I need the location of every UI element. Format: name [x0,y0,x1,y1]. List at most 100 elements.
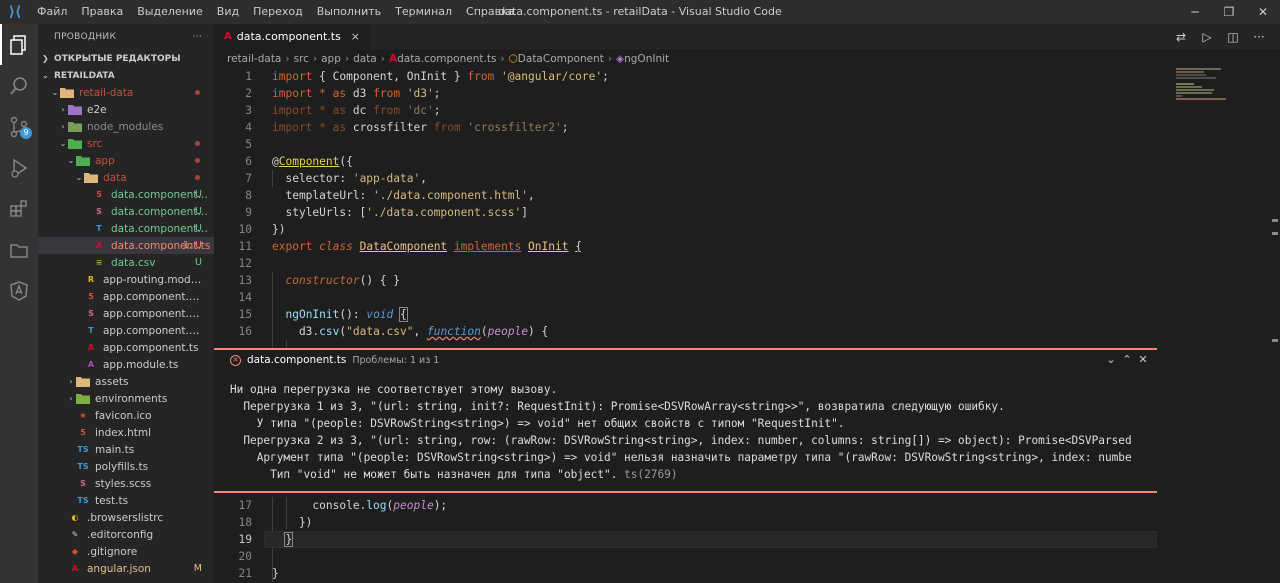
minimize-icon[interactable]: ─ [1178,0,1212,24]
close-icon[interactable]: ✕ [1246,0,1280,24]
git-status-badge: U [195,257,202,268]
error-code[interactable]: ts(2769) [617,468,677,481]
folder-item[interactable]: ⌄ src [38,135,214,152]
extensions-icon[interactable] [0,188,38,229]
code-line[interactable]: 9 styleUrls: ['./data.component.scss'] [214,204,1154,221]
menu-item[interactable]: Выполнить [310,0,388,24]
breadcrumb-item[interactable]: data.component.ts [397,53,496,65]
folder-item[interactable]: ⌄ data [38,169,214,186]
folder-item[interactable]: › e2e [38,101,214,118]
folder-item[interactable]: › environments [38,390,214,407]
file-item[interactable]: TS main.ts [38,441,214,458]
breadcrumb-item[interactable]: DataComponent [518,53,604,65]
code-line[interactable]: 13 constructor() { } [214,272,1154,289]
compare-changes-icon[interactable]: ⇄ [1168,30,1194,44]
previous-problem-icon[interactable]: ⌃ [1119,353,1135,366]
file-item[interactable]: Sapp.component.scss [38,305,214,322]
code-line[interactable]: 7 selector: 'app-data', [214,170,1154,187]
file-item[interactable]: Aapp.component.ts [38,339,214,356]
file-item[interactable]: ✎ .editorconfig [38,526,214,543]
menu-item[interactable]: Вид [210,0,246,24]
code-line[interactable]: 19 } [214,531,1157,548]
code-line[interactable]: 15 ngOnInit(): void { [214,306,1154,323]
tab-bar: A data.component.ts × ⇄ ▷ ◫ ··· [214,24,1280,49]
file-item[interactable]: Sstyles.scss [38,475,214,492]
menu-item[interactable]: Правка [74,0,130,24]
breadcrumb-item[interactable]: app [321,53,341,65]
code-editor[interactable]: 1 import { Component, OnInit } from '@ang… [214,68,1164,583]
file-item[interactable]: 5 app.component.html [38,288,214,305]
code-text: }) [272,223,286,236]
file-item[interactable]: ◐ .browserslistrc [38,509,214,526]
maximize-icon[interactable]: ❐ [1212,0,1246,24]
next-problem-icon[interactable]: ⌄ [1103,353,1119,366]
file-item[interactable]: Adata.component.ts 1, U [38,237,214,254]
source-control-icon[interactable]: 9 [0,106,38,147]
code-line[interactable]: 6 @Component({ [214,153,1154,170]
code-line[interactable]: 10}) [214,221,1154,238]
run-debug-icon[interactable] [0,147,38,188]
menu-item[interactable]: Переход [246,0,310,24]
code-line[interactable]: 16 d3.csv("data.csv", function(people) { [214,323,1154,340]
line-number: 12 [238,257,252,270]
menu-item[interactable]: Справка [459,0,521,24]
code-line[interactable]: 2 import * as d3 from 'd3'; [214,85,1154,102]
tab-data-component-ts[interactable]: A data.component.ts × [214,24,371,49]
more-actions-icon[interactable]: ··· [1246,30,1272,44]
menu-item[interactable]: Файл [30,0,74,24]
code-line[interactable]: 14 [214,289,1154,306]
code-line[interactable]: 12 [214,255,1154,272]
angular-icon[interactable] [0,270,38,311]
search-icon[interactable] [0,65,38,106]
code-line[interactable]: 4 import * as crossfilter from 'crossfilt… [214,119,1154,136]
code-line[interactable]: 21} [214,565,1154,582]
breadcrumb-item[interactable]: retail-data [227,53,281,65]
breadcrumb-item[interactable]: src [294,53,309,65]
workspace-root-section[interactable]: ⌄ RETAILDATA [38,67,214,84]
remote-explorer-icon[interactable] [0,229,38,270]
file-item[interactable]: Sdata.component.scssU [38,203,214,220]
code-line[interactable]: 1 import { Component, OnInit } from '@ang… [214,68,1154,85]
menu-item[interactable]: Выделение [130,0,210,24]
file-item[interactable]: Aangular.json M [38,560,214,577]
breadcrumb-item[interactable]: ngOnInit [624,53,669,65]
split-editor-icon[interactable]: ◫ [1220,30,1246,44]
peek-close-icon[interactable]: ✕ [1135,353,1151,366]
code-line[interactable]: 3 import * as dc from 'dc'; [214,102,1154,119]
modified-dot [195,141,200,146]
file-item[interactable]: TS test.ts [38,492,214,509]
folder-item[interactable]: ⌄ app [38,152,214,169]
menu-item[interactable]: Терминал [388,0,459,24]
file-item[interactable]: ≡ data.csv U [38,254,214,271]
folder-item[interactable]: › assets [38,373,214,390]
file-item[interactable]: ◆ .gitignore [38,543,214,560]
breadcrumb-item[interactable]: data [353,53,377,65]
file-item[interactable]: ★ favicon.ico [38,407,214,424]
file-item[interactable]: Tdata.component.spec.tsU [38,220,214,237]
code-line[interactable]: 5 [214,136,1154,153]
code-line[interactable]: 17 console.log(people); [214,497,1154,514]
vertical-scrollbar[interactable] [1266,68,1280,583]
minimap[interactable] [1176,68,1252,108]
more-actions-icon[interactable]: ··· [193,32,202,42]
line-number: 10 [238,223,252,236]
open-editors-section[interactable]: ❯ ОТКРЫТЫЕ РЕДАКТОРЫ [38,50,214,67]
tab-label: data.component.ts [236,30,341,43]
file-item[interactable]: TS polyfills.ts [38,458,214,475]
file-item[interactable]: 5data.component.htmlU [38,186,214,203]
code-line[interactable]: 20 [214,548,1154,565]
tab-close-icon[interactable]: × [351,30,360,43]
folder-item[interactable]: ⌄ retail-data [38,84,214,101]
file-item[interactable]: 5 index.html [38,424,214,441]
run-icon[interactable]: ▷ [1194,30,1220,44]
code-line[interactable]: 8 templateUrl: './data.component.html', [214,187,1154,204]
tree-item-label: app.module.ts [103,358,179,371]
file-item[interactable]: Rapp-routing.module.ts [38,271,214,288]
code-line[interactable]: 11 export class DataComponent implements … [214,238,1154,255]
file-item[interactable]: Aapp.module.ts [38,356,214,373]
explorer-icon[interactable] [0,24,38,65]
file-item[interactable]: Tapp.component.spec.ts [38,322,214,339]
code-line[interactable]: 18 }) [214,514,1154,531]
folder-item[interactable]: › node_modules [38,118,214,135]
csv-file-icon: ≡ [95,258,103,267]
